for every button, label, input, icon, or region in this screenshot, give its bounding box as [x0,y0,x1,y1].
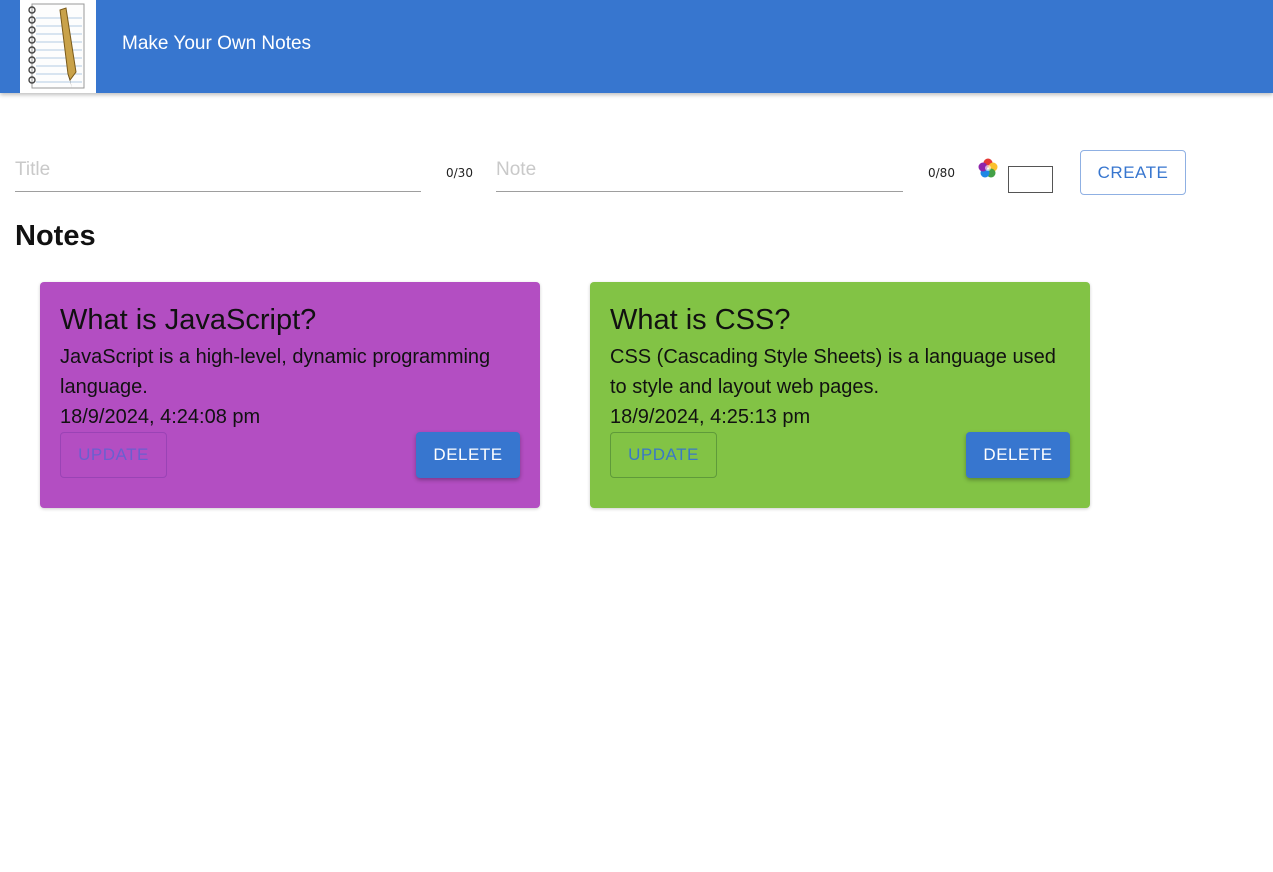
note-card: What is JavaScript? JavaScript is a high… [40,282,540,508]
delete-button[interactable]: DELETE [966,432,1070,478]
color-picker-input[interactable] [1008,166,1053,193]
title-char-counter: 0/30 [446,166,473,180]
update-button[interactable]: UPDATE [60,432,167,478]
app-title: Make Your Own Notes [122,33,312,54]
color-palette-icon [977,157,999,179]
delete-button[interactable]: DELETE [416,432,520,478]
update-button[interactable]: UPDATE [610,432,717,478]
title-field[interactable] [15,150,421,192]
notepad-pen-icon [20,0,96,93]
note-title: What is JavaScript? [60,304,317,336]
note-char-counter: 0/80 [928,166,955,180]
note-input[interactable] [496,150,903,190]
note-timestamp: 18/9/2024, 4:25:13 pm [610,406,811,428]
note-field[interactable] [496,150,903,192]
note-title: What is CSS? [610,304,791,336]
create-button[interactable]: CREATE [1080,150,1186,195]
title-input[interactable] [15,150,421,190]
note-timestamp: 18/9/2024, 4:24:08 pm [60,406,261,428]
note-text: JavaScript is a high-level, dynamic prog… [60,346,491,398]
app-bar: Make Your Own Notes [0,0,1273,93]
note-card: What is CSS? CSS (Cascading Style Sheets… [590,282,1090,508]
note-text: CSS (Cascading Style Sheets) is a langua… [610,346,1056,398]
notes-heading: Notes [15,220,96,252]
